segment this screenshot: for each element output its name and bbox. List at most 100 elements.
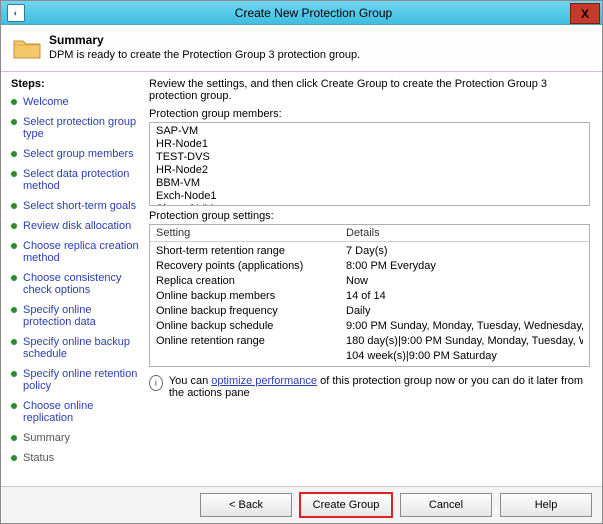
member-item[interactable]: TEST-DVS (156, 151, 583, 164)
member-item[interactable]: SAP-VM (156, 125, 583, 138)
window-title: Create New Protection Group (25, 6, 602, 20)
settings-cell-details: Daily (346, 304, 583, 319)
step-label[interactable]: Select short-term goals (23, 200, 136, 212)
settings-cell-details: 180 day(s)|9:00 PM Sunday, Monday, Tuesd… (346, 334, 583, 349)
settings-cell-details: 104 week(s)|9:00 PM Saturday (346, 349, 583, 364)
member-item[interactable]: HR-Node2 (156, 164, 583, 177)
step-item[interactable]: Specify online backup schedule (11, 336, 141, 360)
summary-banner: Summary DPM is ready to create the Prote… (1, 25, 602, 72)
step-bullet-icon (11, 307, 17, 313)
step-label: Status (23, 452, 54, 464)
settings-row[interactable]: Replica creationNow (156, 274, 583, 289)
settings-listview[interactable]: Setting Details Short-term retention ran… (149, 224, 590, 367)
settings-cell-setting: Recovery points (applications) (156, 259, 346, 274)
members-label: Protection group members: (149, 108, 590, 120)
step-bullet-icon (11, 171, 17, 177)
settings-cell-details: 14 of 14 (346, 289, 583, 304)
settings-header-setting: Setting (156, 227, 346, 239)
settings-cell-setting (156, 349, 346, 364)
step-bullet-icon (11, 203, 17, 209)
step-bullet-icon (11, 339, 17, 345)
page-subheading: DPM is ready to create the Protection Gr… (49, 49, 360, 61)
settings-label: Protection group settings: (149, 210, 590, 222)
settings-cell-details: 9:00 PM Sunday, Monday, Tuesday, Wednesd… (346, 319, 583, 334)
optimize-performance-link[interactable]: optimize performance (211, 375, 317, 387)
step-label[interactable]: Review disk allocation (23, 220, 131, 232)
create-group-button[interactable]: Create Group (300, 493, 392, 517)
step-item[interactable]: Specify online retention policy (11, 368, 141, 392)
settings-header: Setting Details (150, 225, 589, 242)
settings-row[interactable]: 104 week(s)|9:00 PM Saturday (156, 349, 583, 364)
step-bullet-icon (11, 243, 17, 249)
settings-row[interactable]: Online backup schedule9:00 PM Sunday, Mo… (156, 319, 583, 334)
settings-row[interactable]: Recovery points (applications)8:00 PM Ev… (156, 259, 583, 274)
step-item: Status (11, 452, 141, 464)
step-item[interactable]: Select short-term goals (11, 200, 141, 212)
step-label[interactable]: Select data protection method (23, 168, 141, 192)
cancel-button[interactable]: Cancel (400, 493, 492, 517)
step-item[interactable]: Review disk allocation (11, 220, 141, 232)
step-item[interactable]: Choose online replication (11, 400, 141, 424)
step-item[interactable]: Welcome (11, 96, 141, 108)
step-label[interactable]: Specify online backup schedule (23, 336, 141, 360)
settings-cell-details: Now (346, 274, 583, 289)
settings-row[interactable]: Online backup members14 of 14 (156, 289, 583, 304)
step-item[interactable]: Choose consistency check options (11, 272, 141, 296)
settings-cell-details: 7 Day(s) (346, 244, 583, 259)
settings-row[interactable]: Short-term retention range7 Day(s) (156, 244, 583, 259)
settings-cell-setting: Short-term retention range (156, 244, 346, 259)
settings-cell-setting: Replica creation (156, 274, 346, 289)
settings-rows: Short-term retention range7 Day(s)Recove… (150, 242, 589, 366)
help-button[interactable]: Help (500, 493, 592, 517)
info-icon: i (149, 375, 163, 391)
settings-header-details: Details (346, 227, 380, 239)
page-heading: Summary (49, 33, 360, 47)
steps-list: Welcome Select protection group type Selec… (11, 96, 141, 464)
step-item[interactable]: Select group members (11, 148, 141, 160)
member-item[interactable]: ShreeshVM (156, 203, 583, 206)
folder-icon (13, 37, 41, 59)
step-label[interactable]: Choose replica creation method (23, 240, 141, 264)
instruction-text: Review the settings, and then click Crea… (149, 78, 590, 102)
step-label[interactable]: Choose consistency check options (23, 272, 141, 296)
tip-text: You can optimize performance of this pro… (169, 375, 590, 399)
members-listbox[interactable]: SAP-VMHR-Node1TEST-DVSHR-Node2BBM-VMExch… (149, 122, 590, 206)
step-bullet-icon (11, 455, 17, 461)
step-bullet-icon (11, 151, 17, 157)
step-label[interactable]: Select protection group type (23, 116, 141, 140)
settings-cell-setting: Online backup schedule (156, 319, 346, 334)
step-label[interactable]: Specify online protection data (23, 304, 141, 328)
step-bullet-icon (11, 435, 17, 441)
member-item[interactable]: HR-Node1 (156, 138, 583, 151)
steps-title: Steps: (11, 78, 141, 90)
steps-pane: Steps: Welcome Select protection group ty… (1, 72, 145, 486)
step-item[interactable]: Choose replica creation method (11, 240, 141, 264)
step-bullet-icon (11, 99, 17, 105)
step-item[interactable]: Select data protection method (11, 168, 141, 192)
step-item[interactable]: Select protection group type (11, 116, 141, 140)
settings-cell-details: 8:00 PM Everyday (346, 259, 583, 274)
member-item[interactable]: Exch-Node1 (156, 190, 583, 203)
optimize-tip: i You can optimize performance of this p… (149, 375, 590, 399)
step-label[interactable]: Specify online retention policy (23, 368, 141, 392)
titlebar: ◐ Create New Protection Group X (1, 1, 602, 25)
settings-row[interactable]: Online retention range180 day(s)|9:00 PM… (156, 334, 583, 349)
step-label[interactable]: Choose online replication (23, 400, 141, 424)
button-bar: < Back Create Group Cancel Help (1, 486, 602, 523)
step-bullet-icon (11, 223, 17, 229)
app-icon: ◐ (7, 4, 25, 22)
step-label[interactable]: Select group members (23, 148, 134, 160)
back-button[interactable]: < Back (200, 493, 292, 517)
step-item: Summary (11, 432, 141, 444)
step-bullet-icon (11, 403, 17, 409)
settings-row[interactable]: Online backup frequencyDaily (156, 304, 583, 319)
step-bullet-icon (11, 119, 17, 125)
banner-text: Summary DPM is ready to create the Prote… (49, 33, 360, 61)
close-button[interactable]: X (570, 3, 600, 24)
step-label[interactable]: Welcome (23, 96, 69, 108)
settings-cell-setting: Online backup frequency (156, 304, 346, 319)
step-label: Summary (23, 432, 70, 444)
tip-pre: You can (169, 375, 211, 387)
step-item[interactable]: Specify online protection data (11, 304, 141, 328)
member-item[interactable]: BBM-VM (156, 177, 583, 190)
